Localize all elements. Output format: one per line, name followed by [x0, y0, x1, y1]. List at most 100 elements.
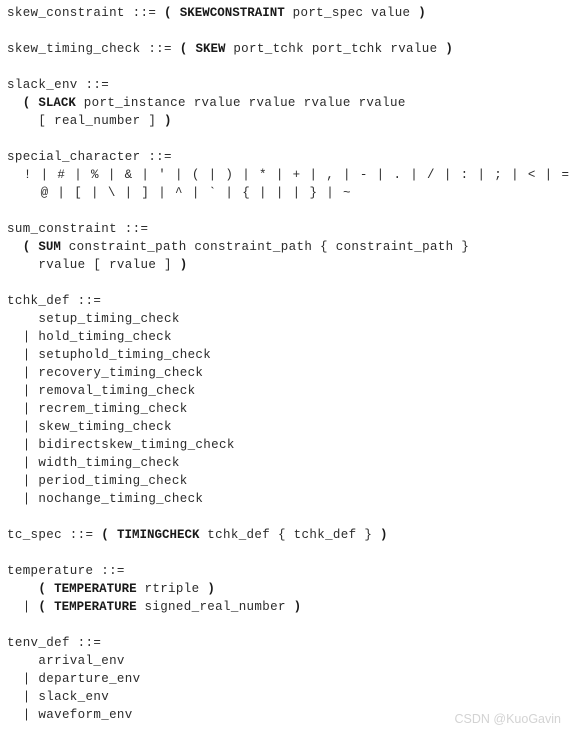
- grammar-line: special_character ::=: [7, 148, 567, 166]
- grammar-line: slack_env ::=: [7, 76, 567, 94]
- text-token: port_instance rvalue rvalue rvalue rvalu…: [75, 96, 406, 110]
- text-token: | recrem_timing_check: [7, 402, 188, 416]
- grammar-line: tchk_def ::=: [7, 292, 567, 310]
- text-token: |: [7, 600, 39, 614]
- grammar-line: | departure_env: [7, 670, 567, 688]
- grammar-line: | removal_timing_check: [7, 382, 567, 400]
- text-token: ! | # | % | & | ' | ( | ) | * | + | , | …: [23, 168, 570, 182]
- grammar-line: | nochange_timing_check: [7, 490, 567, 508]
- grammar-line: | skew_timing_check: [7, 418, 567, 436]
- text-token: constraint_path constraint_path { constr…: [60, 240, 470, 254]
- grammar-line: ( SLACK port_instance rvalue rvalue rval…: [7, 94, 567, 112]
- grammar-line: sum_constraint ::=: [7, 220, 567, 238]
- grammar-line: | recrem_timing_check: [7, 400, 567, 418]
- grammar-line: | slack_env: [7, 688, 567, 706]
- grammar-line: | period_timing_check: [7, 472, 567, 490]
- grammar-line: | bidirectskew_timing_check: [7, 436, 567, 454]
- text-token: | bidirectskew_timing_check: [7, 438, 235, 452]
- paren-token: (: [101, 528, 110, 542]
- paren-token: ): [164, 114, 172, 128]
- text-token: slack_env ::=: [7, 78, 110, 92]
- keyword-token: TEMPERATURE: [54, 600, 137, 614]
- text-token: skew_constraint ::=: [7, 6, 165, 20]
- grammar-line: | width_timing_check: [7, 454, 567, 472]
- keyword-token: SKEW: [195, 42, 226, 56]
- text-token: | setuphold_timing_check: [7, 348, 212, 362]
- text-token: | period_timing_check: [7, 474, 188, 488]
- paren-token: ): [293, 600, 302, 614]
- paren-token: ): [418, 6, 427, 20]
- text-token: rtriple: [136, 582, 208, 596]
- text-token: tenv_def ::=: [7, 636, 102, 650]
- grammar-line: skew_timing_check ::= ( SKEW port_tchk p…: [7, 40, 567, 58]
- text-token: | waveform_env: [7, 708, 133, 722]
- grammar-line: temperature ::=: [7, 562, 567, 580]
- text-token: | width_timing_check: [7, 456, 180, 470]
- text-token: | departure_env: [7, 672, 141, 686]
- grammar-line: tc_spec ::= ( TIMINGCHECK tchk_def { tch…: [7, 526, 567, 544]
- grammar-line: @ | [ | \ | ] | ^ | ` | { | | | } | ~: [7, 184, 567, 202]
- text-token: arrival_env: [7, 654, 125, 668]
- csdn-watermark: CSDN @KuoGavin: [454, 712, 561, 726]
- keyword-token: SLACK: [38, 96, 76, 110]
- text-token: | slack_env: [7, 690, 110, 704]
- paren-token: (: [22, 96, 31, 110]
- text-token: @ | [ | \ | ] | ^ | ` | { | | | } | ~: [7, 186, 352, 200]
- keyword-token: SUM: [38, 240, 61, 254]
- grammar-line: | ( TEMPERATURE signed_real_number ): [7, 598, 567, 616]
- grammar-line: [ real_number ] ): [7, 112, 567, 130]
- grammar-line: skew_constraint ::= ( SKEWCONSTRAINT por…: [7, 4, 567, 22]
- paren-token: (: [179, 42, 188, 56]
- grammar-line: ! | # | % | & | ' | ( | ) | * | + | , | …: [7, 166, 569, 184]
- text-token: skew_timing_check ::=: [7, 42, 180, 56]
- text-token: | recovery_timing_check: [7, 366, 204, 380]
- keyword-token: TIMINGCHECK: [116, 528, 200, 542]
- text-token: temperature ::=: [7, 564, 125, 578]
- grammar-line: rvalue [ rvalue ] ): [7, 256, 567, 274]
- text-token: rvalue [ rvalue ]: [7, 258, 180, 272]
- paren-token: ): [179, 258, 188, 272]
- text-token: | hold_timing_check: [7, 330, 172, 344]
- grammar-line: ( SUM constraint_path constraint_path { …: [7, 238, 567, 256]
- paren-token: (: [22, 240, 31, 254]
- text-token: signed_real_number: [136, 600, 294, 614]
- paren-token: ): [445, 42, 454, 56]
- grammar-line: | recovery_timing_check: [7, 364, 567, 382]
- text-token: | skew_timing_check: [7, 420, 172, 434]
- grammar-line: ( TEMPERATURE rtriple ): [7, 580, 567, 598]
- text-token: tchk_def ::=: [7, 294, 102, 308]
- paren-token: ): [207, 582, 216, 596]
- grammar-line: tenv_def ::=: [7, 634, 567, 652]
- grammar-line: setup_timing_check: [7, 310, 567, 328]
- paren-token: (: [164, 6, 172, 20]
- paren-token: ): [380, 528, 388, 542]
- text-token: port_spec value: [284, 6, 419, 20]
- text-token: | removal_timing_check: [7, 384, 196, 398]
- text-token: [ real_number ]: [7, 114, 165, 128]
- text-token: tchk_def { tchk_def }: [199, 528, 381, 542]
- grammar-line: | setuphold_timing_check: [7, 346, 567, 364]
- text-token: | nochange_timing_check: [7, 492, 204, 506]
- grammar-line: | hold_timing_check: [7, 328, 567, 346]
- keyword-token: SKEWCONSTRAINT: [179, 6, 285, 20]
- grammar-line: arrival_env: [7, 652, 567, 670]
- text-token: port_tchk port_tchk rvalue: [225, 42, 446, 56]
- text-token: special_character ::=: [7, 150, 172, 164]
- keyword-token: TEMPERATURE: [54, 582, 137, 596]
- grammar-listing: skew_constraint ::= ( SKEWCONSTRAINT por…: [7, 4, 569, 724]
